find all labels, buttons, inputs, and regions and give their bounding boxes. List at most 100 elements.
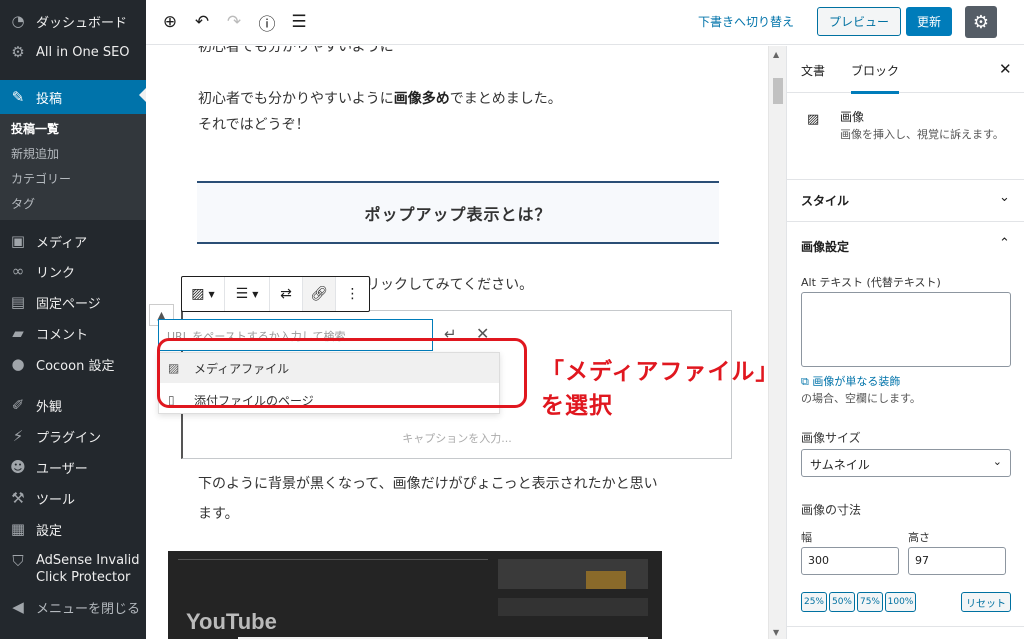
menu-links[interactable]: ∞ リンク	[0, 256, 146, 286]
menu-appearance[interactable]: ✐ 外観	[0, 390, 146, 420]
external-link-icon: ⧉	[801, 375, 809, 388]
brush-icon: ✐	[11, 396, 25, 414]
add-block-icon[interactable]: ⊕	[159, 11, 181, 33]
menu-users[interactable]: ☻ ユーザー	[0, 452, 146, 482]
menu-cocoon-settings[interactable]: ● Cocoon 設定	[0, 349, 146, 379]
align-button[interactable]: ☰ ▼	[225, 277, 270, 311]
panel-image-settings[interactable]: 画像設定 ⌃	[787, 222, 1024, 268]
image-size-select[interactable]: サムネイル ⌄	[801, 449, 1011, 477]
submenu-add-new[interactable]: 新規追加	[0, 142, 146, 167]
youtube-logo: YouTube	[186, 609, 277, 634]
heading-block[interactable]: ポップアップ表示とは？	[197, 181, 719, 244]
panel-style[interactable]: スタイル ⌄	[787, 176, 1024, 222]
editor-canvas: 初心者でも分かりやすいように 初心者でも分かりやすいように画像多めでまとめました…	[146, 46, 768, 639]
caption-input[interactable]: キャプションを入力...	[183, 430, 731, 446]
info-icon[interactable]: ⓘ	[256, 11, 278, 35]
height-input[interactable]: 97	[908, 547, 1006, 575]
reset-button[interactable]: リセット	[961, 592, 1011, 612]
more-vertical-icon: ⋮	[345, 286, 360, 302]
chevron-up-icon: ⌃	[999, 236, 1010, 251]
block-toolbar: ▨ ▼ ☰ ▼ ⇄ 🔗︎ ⋮	[181, 276, 370, 312]
undo-icon[interactable]: ↶	[191, 11, 213, 33]
block-type-button[interactable]: ▨ ▼	[182, 277, 225, 311]
circle-icon: ●	[11, 355, 25, 373]
chevron-down-icon: ▼	[208, 289, 215, 299]
menu-comments[interactable]: ▰ コメント	[0, 318, 146, 348]
link-suggestions: ▨ メディアファイル ▯ 添付ファイルのページ	[157, 338, 527, 414]
image-icon: ▨	[807, 112, 820, 127]
width-label: 幅	[801, 531, 812, 544]
scale-75-button[interactable]: 75%	[857, 592, 883, 612]
menu-posts[interactable]: ✎ 投稿	[0, 80, 146, 114]
scale-50-button[interactable]: 50%	[829, 592, 855, 612]
page-icon: ▤	[10, 293, 26, 311]
menu-tools[interactable]: ⚒ ツール	[0, 483, 146, 513]
redo-icon[interactable]: ↷	[223, 11, 245, 33]
image-size-label: 画像サイズ	[801, 431, 861, 445]
chevron-down-icon: ⌄	[999, 190, 1010, 205]
submenu-all-posts[interactable]: 投稿一覧	[0, 117, 146, 142]
width-input[interactable]: 300	[801, 547, 899, 575]
menu-settings[interactable]: ▦ 設定	[0, 514, 146, 544]
submenu-categories[interactable]: カテゴリー	[0, 167, 146, 192]
menu-collapse[interactable]: ◀ メニューを閉じる	[0, 592, 146, 622]
more-options-button[interactable]: ⋮	[336, 277, 369, 311]
wrench-icon: ⚒	[11, 489, 25, 507]
link-icon: 🔗︎	[310, 286, 328, 302]
paragraph-intro[interactable]: 初心者でも分かりやすいように画像多めでまとめました。	[198, 86, 562, 112]
editor-scrollbar[interactable]: ▲ ▼	[768, 46, 786, 639]
preview-button[interactable]: プレビュー	[817, 7, 901, 36]
sidebar-tabs: 文書 ブロック ✕	[787, 46, 1024, 94]
replace-button[interactable]: ⇄	[270, 277, 303, 311]
block-card: ▨ 画像 画像を挿入し、視覚に訴えます。	[787, 94, 1024, 180]
paragraph-result-1[interactable]: 下のように背景が黒くなって、画像だけがぴょこっと表示されたかと思い	[198, 471, 658, 497]
update-button[interactable]: 更新	[906, 7, 952, 36]
annotation-highlight-box	[157, 338, 527, 408]
scroll-down-icon[interactable]: ▼	[773, 628, 779, 637]
editor-topbar: ⊕ ↶ ↷ ⓘ ☰ 下書きへ切り替え プレビュー 更新 ⚙	[146, 0, 1024, 45]
paragraph-click-instruction[interactable]: クリックしてみてください。	[352, 272, 533, 298]
menu-pages[interactable]: ▤ 固定ページ	[0, 287, 146, 317]
pin-icon: ✎	[11, 88, 25, 106]
align-center-icon: ☰	[235, 286, 249, 302]
cut-off-paragraph[interactable]: 初心者でも分かりやすいように	[198, 46, 394, 60]
submenu-tags[interactable]: タグ	[0, 192, 146, 217]
chevron-down-icon: ⌄	[992, 455, 1002, 468]
block-card-description: 画像を挿入し、視覚に訴えます。	[840, 128, 1004, 141]
posts-submenu: 投稿一覧 新規追加 カテゴリー タグ	[0, 114, 146, 220]
outline-icon[interactable]: ☰	[288, 11, 310, 33]
media-icon: ▣	[10, 232, 26, 250]
menu-plugins[interactable]: ⚡ プラグイン	[0, 421, 146, 451]
alt-text-label: Alt テキスト (代替テキスト)	[801, 276, 941, 289]
menu-dashboard[interactable]: ◔ ダッシュボード	[0, 6, 146, 36]
switch-to-draft-link[interactable]: 下書きへ切り替え	[698, 13, 794, 30]
tab-document[interactable]: 文書	[801, 62, 825, 79]
close-icon[interactable]: ✕	[999, 60, 1012, 78]
menu-media[interactable]: ▣ メディア	[0, 226, 146, 256]
paragraph-lets-go[interactable]: それではどうぞ！	[198, 112, 310, 138]
scroll-thumb[interactable]	[773, 78, 783, 104]
gear-icon: ⚙	[11, 43, 25, 61]
image-icon: ▨	[191, 286, 205, 302]
alt-text-textarea[interactable]	[801, 292, 1011, 367]
decorative-image-link[interactable]: 画像が単なる装飾	[812, 375, 900, 388]
chevron-down-icon: ▼	[252, 289, 259, 299]
alt-help-text: ⧉ 画像が単なる装飾 の場合、空欄にします。	[801, 375, 921, 405]
menu-adsense-invalid-click-protector[interactable]: ⛉ AdSense Invalid Click Protector	[0, 548, 146, 590]
link-icon: ∞	[11, 262, 25, 280]
scale-25-button[interactable]: 25%	[801, 592, 827, 612]
link-button[interactable]: 🔗︎	[303, 277, 336, 311]
dashboard-icon: ◔	[11, 12, 25, 30]
annotation-label: 「メディアファイル」を選択	[541, 359, 768, 419]
embedded-screenshot-image[interactable]: YouTube	[168, 551, 662, 639]
scroll-up-icon[interactable]: ▲	[773, 50, 779, 59]
menu-all-in-one-seo[interactable]: ⚙ All in One SEO	[0, 37, 146, 67]
settings-icon: ▦	[10, 520, 26, 538]
tab-block[interactable]: ブロック	[851, 62, 900, 94]
settings-gear-icon[interactable]: ⚙	[965, 6, 997, 38]
scale-100-button[interactable]: 100%	[885, 592, 916, 612]
settings-sidebar: 文書 ブロック ✕ ▨ 画像 画像を挿入し、視覚に訴えます。 スタイル ⌄ 画像…	[786, 46, 1024, 639]
plugin-icon: ⚡	[12, 427, 24, 445]
paragraph-result-2[interactable]: ます。	[198, 501, 239, 527]
user-icon: ☻	[10, 458, 26, 476]
